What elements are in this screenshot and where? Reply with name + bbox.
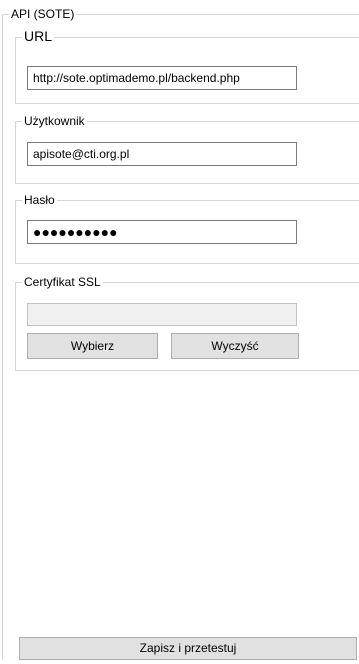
user-group: Użytkownik apisote@cti.org.pl bbox=[15, 114, 359, 184]
password-group: Hasło ●●●●●●●●●● bbox=[15, 193, 359, 264]
url-group-title: URL bbox=[22, 28, 55, 44]
choose-certificate-button[interactable]: Wybierz bbox=[27, 333, 158, 359]
api-sote-group-title: API (SOTE) bbox=[9, 7, 77, 21]
user-group-title: Użytkownik bbox=[22, 114, 87, 128]
url-group: URL http://sote.optimademo.pl/backend.ph… bbox=[15, 29, 359, 104]
save-and-test-button[interactable]: Zapisz i przetestuj bbox=[19, 637, 357, 660]
password-group-title: Hasło bbox=[22, 193, 57, 207]
ssl-certificate-path-field bbox=[27, 303, 297, 326]
clear-certificate-button[interactable]: Wyczyść bbox=[171, 333, 299, 359]
ssl-certificate-group-title: Certyfikat SSL bbox=[22, 275, 103, 289]
api-settings-panel: API (SOTE) URL http://sote.optimademo.pl… bbox=[0, 0, 359, 664]
password-input[interactable]: ●●●●●●●●●● bbox=[27, 220, 297, 244]
ssl-certificate-group: Certyfikat SSL Wybierz Wyczyść bbox=[15, 275, 359, 371]
url-input[interactable]: http://sote.optimademo.pl/backend.php bbox=[27, 66, 297, 90]
username-input[interactable]: apisote@cti.org.pl bbox=[27, 142, 297, 166]
